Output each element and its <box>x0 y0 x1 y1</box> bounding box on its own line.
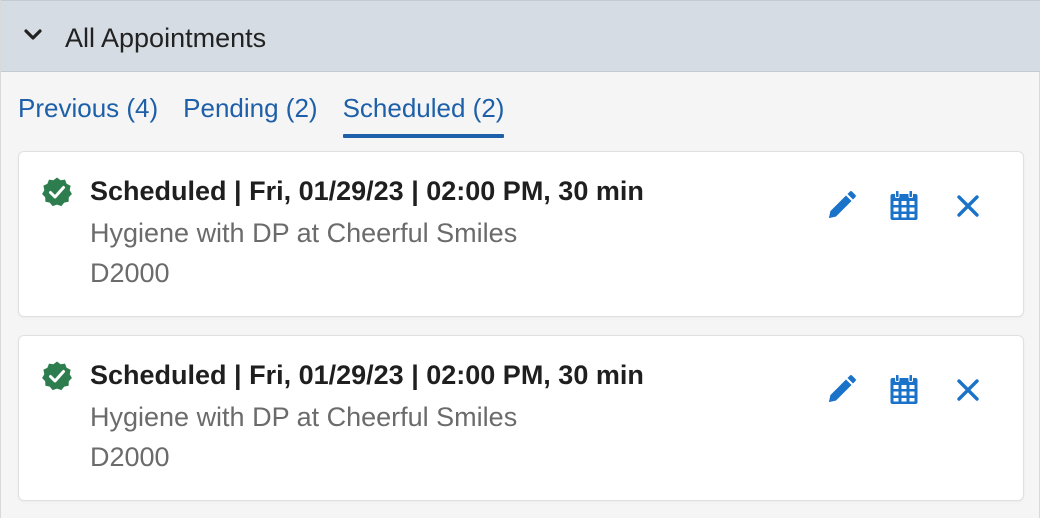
procedure-code: D2000 <box>90 442 170 472</box>
edit-button[interactable] <box>823 372 859 408</box>
appointment-description: Hygiene with DP at Cheerful Smiles <box>90 402 518 432</box>
appointment-card: Scheduled | Fri, 01/29/23 | 02:00 PM, 30… <box>18 335 1024 501</box>
reschedule-button[interactable] <box>886 188 922 224</box>
reschedule-button[interactable] <box>886 372 922 408</box>
close-icon <box>957 195 979 217</box>
tab-scheduled[interactable]: Scheduled (2) <box>342 88 504 138</box>
tab-pending[interactable]: Pending (2) <box>183 88 317 134</box>
appointment-title: Scheduled | Fri, 01/29/23 | 02:00 PM, 30… <box>90 360 644 390</box>
pencil-icon <box>829 375 856 402</box>
procedure-code: D2000 <box>90 258 170 288</box>
close-icon <box>957 379 979 401</box>
calendar-icon <box>890 374 918 404</box>
section-title: All Appointments <box>65 23 267 53</box>
appointment-description: Hygiene with DP at Cheerful Smiles <box>90 218 518 248</box>
cancel-appointment-button[interactable] <box>950 188 986 224</box>
appointments-panel: All Appointments Previous (4) Pending (2… <box>0 0 1040 518</box>
check-badge-icon <box>41 360 73 392</box>
chevron-down-icon[interactable] <box>23 25 43 45</box>
cancel-appointment-button[interactable] <box>950 372 986 408</box>
appointment-card: Scheduled | Fri, 01/29/23 | 02:00 PM, 30… <box>18 151 1024 317</box>
appointment-tabs: Previous (4) Pending (2) Scheduled (2) <box>18 88 504 138</box>
appointments-accordion-header[interactable]: All Appointments <box>1 0 1040 72</box>
edit-button[interactable] <box>823 188 859 224</box>
calendar-icon <box>890 190 918 220</box>
pencil-icon <box>829 191 856 218</box>
appointment-title: Scheduled | Fri, 01/29/23 | 02:00 PM, 30… <box>90 176 644 206</box>
tab-previous[interactable]: Previous (4) <box>18 88 158 134</box>
check-badge-icon <box>41 176 73 208</box>
